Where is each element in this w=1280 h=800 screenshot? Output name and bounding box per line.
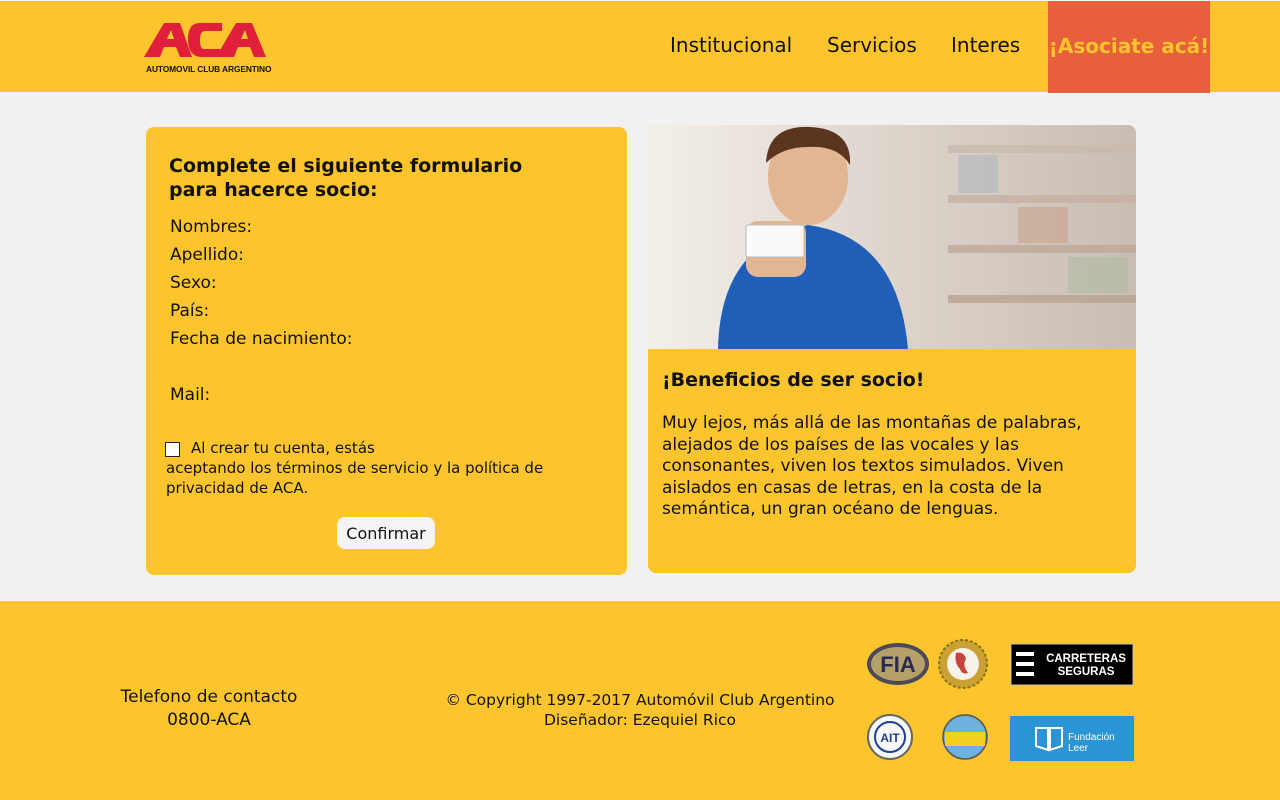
svg-text:AIT: AIT bbox=[880, 731, 900, 745]
svg-text:CARRETERAS: CARRETERAS bbox=[1046, 653, 1126, 665]
copyright-block: © Copyright 1997-2017 Automóvil Club Arg… bbox=[430, 691, 850, 730]
benefits-text: Muy lejos, más allá de las montañas de p… bbox=[662, 413, 1082, 519]
svg-text:Fundación: Fundación bbox=[1068, 732, 1115, 743]
field-sexo[interactable]: Sexo: bbox=[170, 273, 217, 293]
field-apellido[interactable]: Apellido: bbox=[170, 245, 244, 265]
logo-subtitle: AUTOMOVIL CLUB ARGENTINO bbox=[146, 64, 272, 74]
nav-servicios[interactable]: Servicios bbox=[827, 33, 917, 57]
field-nombres[interactable]: Nombres: bbox=[170, 217, 252, 237]
benefits-card: ¡Beneficios de ser socio! Muy lejos, más… bbox=[648, 125, 1136, 573]
confirm-button[interactable]: Confirmar bbox=[337, 517, 435, 549]
site-footer: Telefono de contacto 0800-ACA © Copyrigh… bbox=[0, 601, 1280, 800]
copyright-text: © Copyright 1997-2017 Automóvil Club Arg… bbox=[445, 691, 835, 709]
signup-form-card: Complete el siguiente formulario para ha… bbox=[146, 127, 627, 575]
field-pais[interactable]: País: bbox=[170, 301, 209, 321]
designer-credit: Diseñador: Ezequiel Rico bbox=[543, 710, 737, 729]
site-header: AUTOMOVIL CLUB ARGENTINO Institucional S… bbox=[0, 0, 1280, 93]
aca-logo-mark bbox=[144, 23, 266, 57]
benefits-title: ¡Beneficios de ser socio! bbox=[662, 369, 925, 391]
contact-phone[interactable]: 0800-ACA bbox=[90, 709, 328, 732]
cda-logo-icon[interactable] bbox=[941, 713, 989, 761]
field-mail[interactable]: Mail: bbox=[170, 385, 210, 405]
contact-label: Telefono de contacto bbox=[120, 687, 298, 707]
carreteras-seguras-logo-icon[interactable]: CARRETERAS SEGURAS bbox=[1010, 643, 1134, 686]
svg-text:Leer: Leer bbox=[1068, 743, 1089, 754]
fia-logo-icon[interactable]: FIA bbox=[866, 642, 930, 686]
terms-line-1: Al crear tu cuenta, estás bbox=[191, 439, 375, 457]
fundacion-leer-logo-icon[interactable]: Fundación Leer bbox=[1010, 716, 1134, 761]
aca-logo[interactable]: AUTOMOVIL CLUB ARGENTINO bbox=[142, 17, 272, 77]
nav-interes[interactable]: Interes bbox=[951, 33, 1020, 57]
contact-info: Telefono de contacto 0800-ACA bbox=[90, 686, 328, 732]
ait-logo-icon[interactable]: AIT bbox=[866, 713, 914, 761]
nav-institucional[interactable]: Institucional bbox=[670, 33, 792, 57]
americas-globe-logo-icon[interactable] bbox=[938, 639, 988, 689]
field-fecha-nacimiento[interactable]: Fecha de nacimiento: bbox=[170, 329, 352, 349]
member-card-photo bbox=[648, 125, 1136, 349]
terms-line-2: aceptando los términos de servicio y la … bbox=[166, 459, 544, 497]
svg-text:SEGURAS: SEGURAS bbox=[1058, 666, 1115, 678]
join-cta-button[interactable]: ¡Asociate acá! bbox=[1048, 1, 1210, 93]
terms-text: Al crear tu cuenta, estás aceptando los … bbox=[166, 438, 586, 498]
svg-text:FIA: FIA bbox=[880, 652, 916, 677]
form-title: Complete el siguiente formulario para ha… bbox=[169, 155, 523, 201]
